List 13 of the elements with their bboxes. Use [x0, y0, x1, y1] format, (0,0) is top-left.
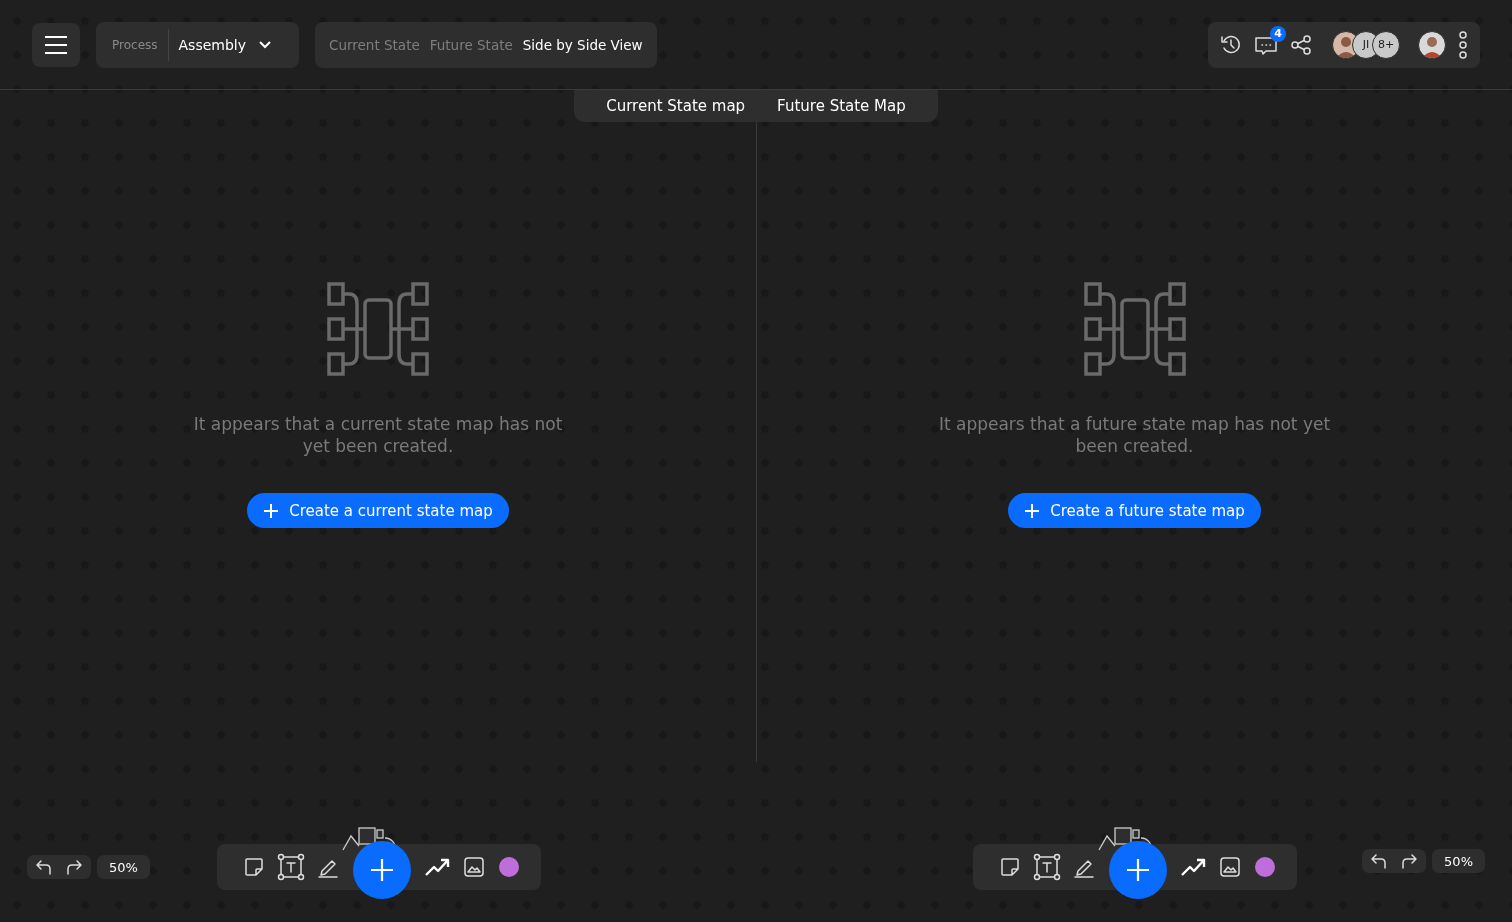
map-tab[interactable]: Future State Map [761, 97, 922, 115]
empty-state-message: It appears that a future state map has not yet been created. [937, 413, 1332, 457]
process-label: Process [112, 28, 169, 61]
empty-state-message: It appears that a current state map has not yet been created. [192, 413, 564, 457]
map-tab[interactable]: Current State map [590, 97, 762, 115]
create-map-button[interactable]: Create a current state map [247, 493, 509, 528]
view-tab[interactable]: Side by Side View [522, 36, 643, 53]
notification-badge: 4 [1270, 25, 1286, 42]
more-users-avatar[interactable]: 8+ [1372, 30, 1400, 59]
zoom-level-button[interactable]: 50% [97, 855, 150, 879]
process-dropdown[interactable]: Assembly [178, 36, 272, 53]
zoom-level-button[interactable]: 50% [1432, 849, 1485, 873]
create-map-button[interactable]: Create a future state map [1008, 493, 1261, 528]
